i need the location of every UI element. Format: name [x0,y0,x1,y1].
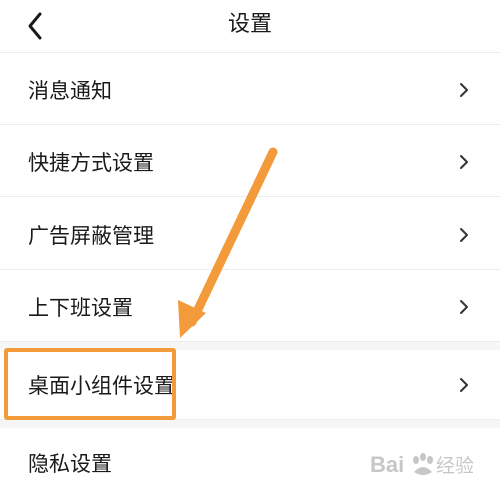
settings-item-ad-blocking[interactable]: 广告屏蔽管理 [0,200,500,270]
settings-item-label: 上下班设置 [28,295,133,320]
settings-item-privacy[interactable]: 隐私设置 [0,428,500,495]
settings-item-shortcuts[interactable]: 快捷方式设置 [0,127,500,197]
top-nav-bar: 设置 [0,0,500,53]
section-divider [0,342,500,350]
settings-item-label: 广告屏蔽管理 [28,223,154,248]
chevron-right-icon [460,154,468,169]
settings-item-commute[interactable]: 上下班设置 [0,272,500,342]
settings-page: 设置 消息通知 快捷方式设置 广告屏蔽管理 上下班设置 桌面小组件设置 隐私设置… [0,0,500,495]
settings-item-label: 隐私设置 [28,452,112,476]
settings-item-desktop-widget[interactable]: 桌面小组件设置 [0,350,500,420]
section-divider [0,420,500,428]
chevron-right-icon [460,227,468,242]
settings-item-label: 快捷方式设置 [28,150,154,175]
chevron-right-icon [460,377,468,392]
chevron-right-icon [460,82,468,97]
settings-item-label: 桌面小组件设置 [28,373,175,398]
settings-item-label: 消息通知 [28,78,112,103]
chevron-right-icon [460,299,468,314]
page-title: 设置 [227,12,272,37]
settings-item-message-notification[interactable]: 消息通知 [0,55,500,125]
